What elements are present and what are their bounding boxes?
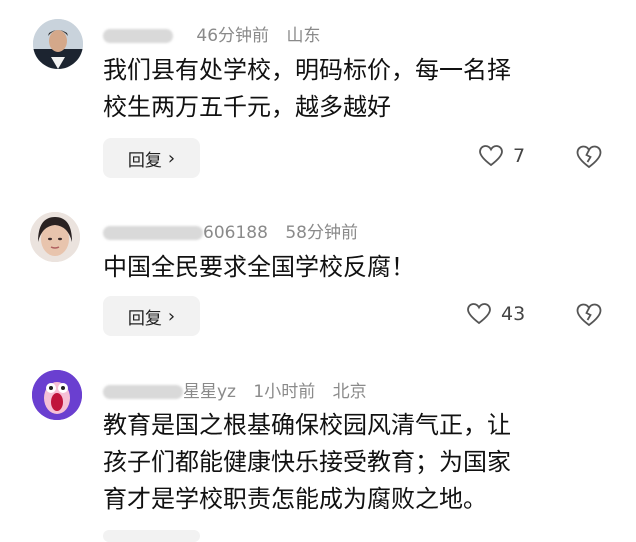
comment-meta: 606188 58分钟前 — [103, 218, 370, 243]
comment-time: 1小时前 — [253, 382, 316, 402]
reply-button[interactable]: 回复 › — [103, 138, 200, 178]
reply-label: 回复 — [127, 308, 162, 329]
user-avatar[interactable] — [30, 212, 80, 262]
comment-location: 北京 — [332, 382, 367, 402]
like-count: 7 — [513, 145, 526, 167]
user-avatar[interactable] — [33, 19, 83, 69]
comment-text-line: 我们县有处学校，明码标价，每一名择 — [103, 56, 511, 84]
comment-text-line: 育才是学校职责怎能成为腐败之地。 — [103, 485, 487, 513]
like-button[interactable]: 43 — [467, 303, 525, 325]
like-button[interactable]: 7 — [479, 145, 525, 167]
comment-location: 山东 — [286, 26, 321, 46]
avatar-portrait — [33, 19, 83, 69]
comment-username[interactable]: 606188 — [203, 223, 268, 243]
dislike-button[interactable] — [576, 303, 602, 331]
comment-item: 星星yz 1小时前 北京 教育是国之根基确保校园风清气正，让 孩子们都能健康快乐… — [0, 350, 636, 542]
redacted-username — [103, 226, 203, 240]
heart-outline-icon — [467, 303, 491, 325]
redacted-username — [103, 29, 173, 43]
heart-outline-icon — [479, 145, 503, 167]
comment-text: 中国全民要求全国学校反腐！ — [103, 249, 603, 286]
broken-heart-icon — [576, 145, 602, 169]
redacted-username — [103, 385, 183, 399]
avatar-portrait — [30, 212, 80, 262]
chevron-right-icon: › — [167, 305, 176, 327]
comment-meta: 46分钟前 山东 — [103, 21, 332, 46]
comment-item: 606188 58分钟前 中国全民要求全国学校反腐！ 回复 › 43 — [0, 190, 636, 350]
comment-item: 46分钟前 山东 我们县有处学校，明码标价，每一名择 校生两万五千元，越多越好 … — [0, 0, 636, 190]
comment-text-line: 教育是国之根基确保校园风清气正，让 — [103, 411, 511, 439]
comment-text-line: 中国全民要求全国学校反腐！ — [103, 253, 415, 281]
comment-username[interactable]: 星星yz — [183, 382, 236, 402]
comment-time: 46分钟前 — [196, 26, 270, 46]
dislike-button[interactable] — [576, 145, 602, 173]
like-count: 43 — [501, 303, 526, 325]
comment-meta: 星星yz 1小时前 北京 — [103, 377, 379, 402]
user-avatar[interactable] — [32, 370, 82, 420]
comment-text-line: 校生两万五千元，越多越好 — [103, 93, 391, 121]
chevron-right-icon: › — [167, 147, 176, 169]
avatar-cartoon — [32, 370, 82, 420]
comment-text: 我们县有处学校，明码标价，每一名择 校生两万五千元，越多越好 — [103, 52, 603, 126]
reply-label: 回复 — [127, 150, 162, 171]
comment-text-line: 孩子们都能健康快乐接受教育；为国家 — [103, 448, 511, 476]
reply-button[interactable] — [103, 530, 200, 542]
comment-text: 教育是国之根基确保校园风清气正，让 孩子们都能健康快乐接受教育；为国家 育才是学… — [103, 407, 603, 518]
broken-heart-icon — [576, 303, 602, 327]
comment-time: 58分钟前 — [285, 223, 358, 243]
reply-button[interactable]: 回复 › — [103, 296, 200, 336]
